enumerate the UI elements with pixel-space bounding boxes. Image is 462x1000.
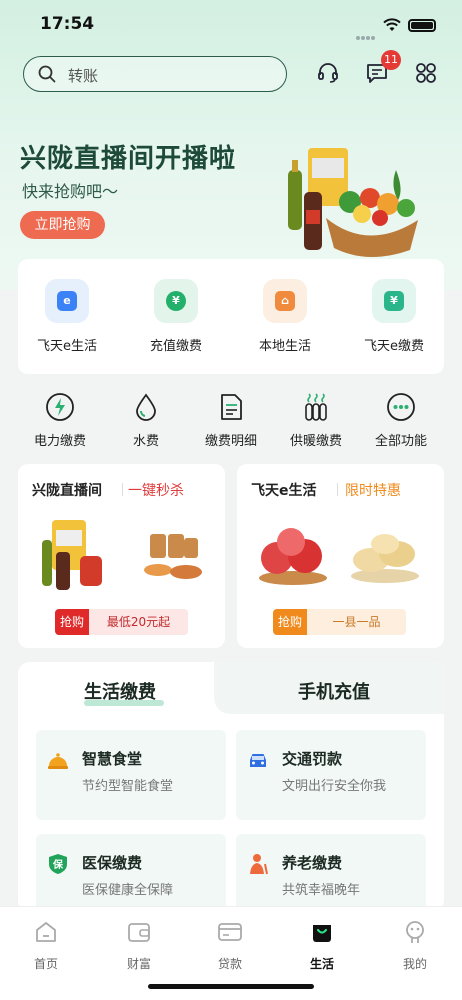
headset-icon[interactable] [316, 61, 340, 85]
message-badge: 11 [381, 50, 401, 70]
service-card: e 飞天e生活 ¥ 充值缴费 ⌂ 本地生活 ¥ 飞天e缴费 [18, 259, 444, 374]
water-drop-icon [136, 393, 156, 421]
search-input[interactable]: 转账 [23, 56, 287, 92]
promo-card-e-life[interactable]: 飞天e生活 限时特惠 抢购 一县一品 [237, 464, 444, 648]
wifi-icon [383, 18, 401, 31]
promo-card-livestream[interactable]: 兴陇直播间 一键秒杀 抢购 最低20元起 [18, 464, 225, 648]
apps-grid-icon[interactable] [414, 61, 438, 85]
utility-electricity[interactable]: 电力缴费 [20, 392, 100, 449]
promo-divider [337, 483, 338, 496]
promo-divider [122, 483, 123, 496]
card-icon [218, 923, 242, 941]
service-recharge[interactable]: ¥ 充值缴费 [121, 279, 231, 354]
promo-tag: 一键秒杀 [128, 483, 184, 499]
promo-tag: 限时特惠 [345, 483, 401, 499]
tabbar-profile[interactable]: 我的 [385, 919, 445, 972]
medical-insurance-icon: 保 [49, 854, 67, 874]
utility-bill-detail[interactable]: 缴费明细 [191, 392, 271, 449]
promo-title: 飞天e生活 [251, 483, 317, 499]
search-placeholder: 转账 [68, 67, 99, 85]
signal-icon [356, 25, 378, 40]
buy-now-button[interactable]: 立即抢购 [20, 211, 105, 239]
utility-water[interactable]: 水费 [106, 392, 186, 449]
bag-icon [313, 925, 331, 942]
tabbar-wealth[interactable]: 财富 [109, 919, 169, 972]
tile-medical-insurance[interactable]: 保 医保缴费 医保健康全保障 [36, 834, 226, 912]
utility-heating[interactable]: 供暖缴费 [276, 392, 356, 449]
e-pay-icon: ¥ [372, 279, 416, 323]
tab-mobile-recharge[interactable]: 手机充值 [298, 678, 370, 704]
tabbar-loan[interactable]: 贷款 [200, 919, 260, 972]
tabbar-home[interactable]: 首页 [16, 919, 76, 972]
tabbar-life[interactable]: 生活 [292, 919, 352, 972]
service-e-life[interactable]: e 飞天e生活 [12, 279, 122, 354]
service-e-pay[interactable]: ¥ 飞天e缴费 [339, 279, 449, 354]
payment-tabs-card: 生活缴费 手机充值 智慧食堂 节约型智能食堂 交通罚款 文明出行安全你我 保 医… [18, 662, 444, 912]
more-icon [387, 393, 415, 421]
wallet-icon [128, 923, 150, 942]
home-indicator [148, 984, 314, 989]
utility-all-functions[interactable]: 全部功能 [361, 392, 441, 449]
promo-buy-button[interactable]: 抢购 一县一品 [273, 609, 406, 635]
banner-subtitle: 快来抢购吧～ [22, 182, 119, 201]
tile-smart-canteen[interactable]: 智慧食堂 节约型智能食堂 [36, 730, 226, 820]
bill-detail-icon [221, 394, 242, 420]
groceries-image [42, 520, 202, 590]
home-icon [36, 922, 56, 942]
car-icon [250, 754, 266, 767]
search-icon [38, 65, 56, 83]
promo-buy-button[interactable]: 抢购 最低20元起 [55, 609, 188, 635]
banner-title: 兴陇直播间开播啦 [20, 144, 237, 174]
promo-title: 兴陇直播间 [32, 483, 102, 499]
status-bar: 17:54 [0, 14, 462, 40]
electricity-icon [46, 393, 74, 421]
battery-icon [408, 19, 436, 32]
e-life-icon: e [45, 279, 89, 323]
canteen-icon [48, 753, 68, 769]
recharge-icon: ¥ [154, 279, 198, 323]
svg-text:保: 保 [52, 858, 64, 871]
elderly-icon [250, 854, 268, 875]
service-local-life[interactable]: ⌂ 本地生活 [230, 279, 340, 354]
heating-icon [305, 393, 327, 421]
apples-and-chips-image [259, 528, 419, 585]
grocery-basket-image[interactable] [278, 140, 428, 260]
tile-traffic-fine[interactable]: 交通罚款 文明出行安全你我 [236, 730, 426, 820]
tab-life-payment[interactable]: 生活缴费 [84, 678, 156, 704]
status-time: 17:54 [40, 14, 95, 34]
profile-icon [406, 921, 424, 943]
local-life-icon: ⌂ [263, 279, 307, 323]
tile-pension[interactable]: 养老缴费 共筑幸福晚年 [236, 834, 426, 912]
